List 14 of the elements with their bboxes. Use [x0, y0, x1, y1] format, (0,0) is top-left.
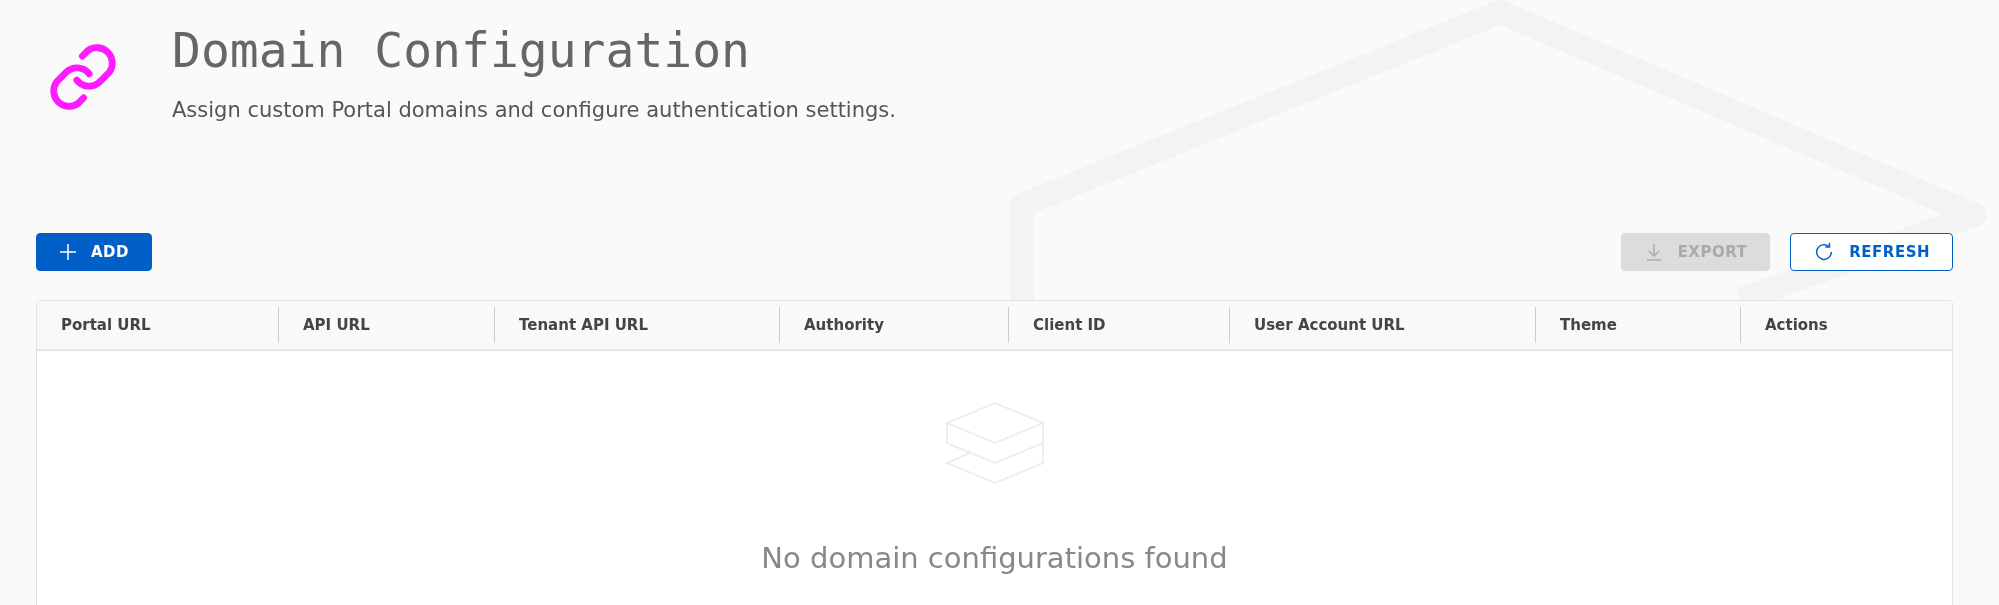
column-header[interactable]: API URL [278, 307, 494, 343]
column-header[interactable]: Client ID [1008, 307, 1229, 343]
empty-message: No domain configurations found [761, 541, 1228, 575]
page-title: Domain Configuration [172, 21, 751, 80]
column-header[interactable]: Actions [1740, 307, 1952, 343]
add-button[interactable]: ADD [36, 233, 152, 271]
column-header[interactable]: User Account URL [1229, 307, 1535, 343]
plus-icon [59, 243, 77, 261]
column-header[interactable]: Tenant API URL [494, 307, 779, 343]
column-header[interactable]: Portal URL [37, 307, 278, 343]
column-header[interactable]: Authority [779, 307, 1008, 343]
page-subtitle: Assign custom Portal domains and configure authentication settings. [172, 98, 896, 122]
column-header[interactable]: Theme [1535, 307, 1740, 343]
refresh-button[interactable]: REFRESH [1790, 233, 1953, 271]
